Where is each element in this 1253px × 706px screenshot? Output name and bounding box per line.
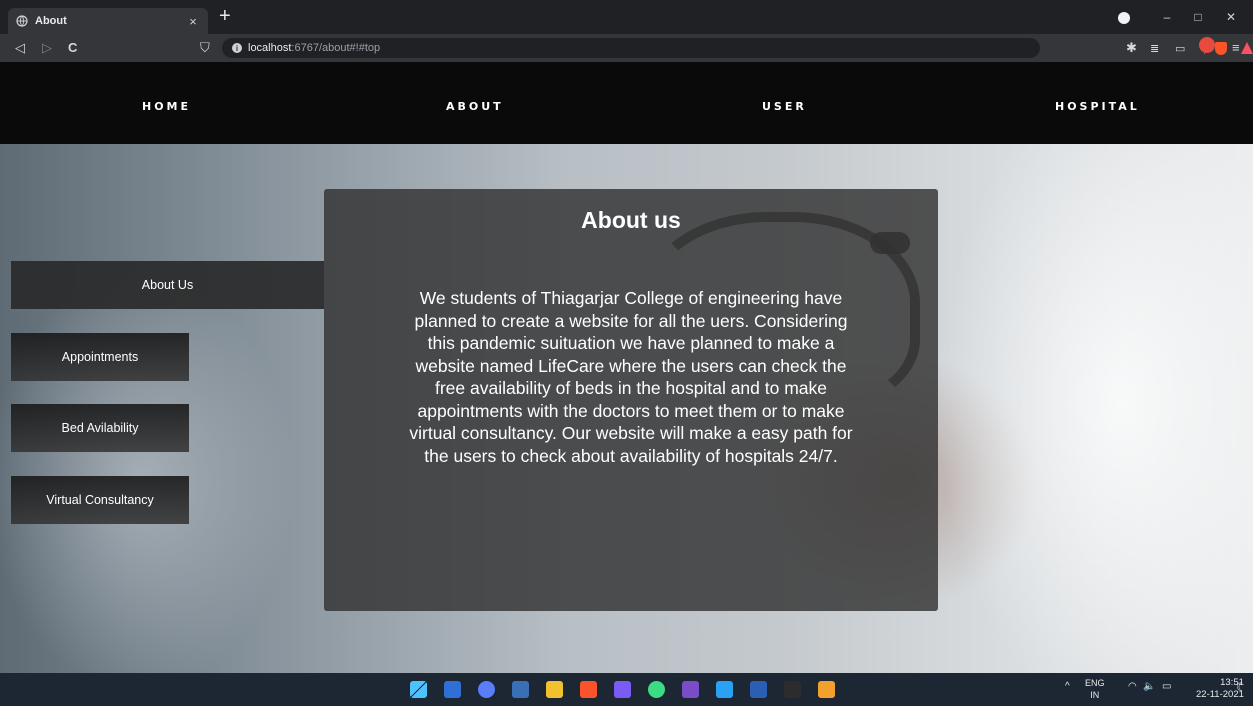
bookmark-icon[interactable]: ⛉ <box>200 40 210 56</box>
globe-icon <box>16 15 28 27</box>
back-button[interactable]: ◁ <box>15 40 25 56</box>
sidebar-item-appointments[interactable]: Appointments <box>11 333 189 381</box>
nav-user[interactable]: USER <box>762 100 807 113</box>
browser-tab[interactable]: About × <box>8 8 208 34</box>
language-indicator[interactable]: ENG IN <box>1085 677 1105 701</box>
task-view-icon[interactable] <box>444 681 461 698</box>
file-explorer-icon[interactable] <box>546 681 563 698</box>
language-code: ENG <box>1085 678 1105 688</box>
notifications-icon[interactable]: ☾ <box>1236 680 1247 694</box>
address-bar[interactable]: i localhost:6767/about#!#top <box>222 38 1253 58</box>
vscode-icon[interactable] <box>716 681 733 698</box>
page-viewport: HOME ABOUT USER HOSPITAL About Us Appoin… <box>0 62 1253 673</box>
brave-browser-icon[interactable] <box>580 681 597 698</box>
nav-home[interactable]: HOME <box>142 100 191 113</box>
wifi-icon[interactable]: ◠ <box>1128 681 1137 692</box>
app-icon-green[interactable] <box>648 681 665 698</box>
browser-tab-strip: About × + – □ ✕ <box>0 0 1253 34</box>
terminal-icon[interactable] <box>784 681 801 698</box>
word-icon[interactable] <box>750 681 767 698</box>
brave-rewards-icon[interactable] <box>1241 42 1253 54</box>
window-maximize-button[interactable]: □ <box>1190 10 1206 24</box>
reload-button[interactable]: C <box>68 40 77 56</box>
new-tab-button[interactable]: + <box>219 6 231 26</box>
sidebar-item-virtual-consultancy[interactable]: Virtual Consultancy <box>11 476 189 524</box>
media-queue-icon[interactable]: ≣ <box>1150 41 1159 57</box>
nav-about[interactable]: ABOUT <box>446 100 504 113</box>
window-close-button[interactable]: ✕ <box>1223 10 1239 24</box>
forward-button[interactable]: ▷ <box>42 40 52 56</box>
windows-taskbar: ^ ENG IN ◠ 🔈 ▭ 13:51 22-11-2021 ☾ <box>0 673 1253 706</box>
extensions-icon[interactable]: ✱ <box>1126 40 1137 56</box>
tab-close-icon[interactable]: × <box>186 14 200 29</box>
about-card: About us We students of Thiagarjar Colle… <box>324 189 938 611</box>
about-description: We students of Thiagarjar College of eng… <box>409 288 853 466</box>
visual-studio-icon[interactable] <box>682 681 699 698</box>
wallet-icon[interactable]: ▭ <box>1175 41 1185 57</box>
chat-icon[interactable] <box>478 681 495 698</box>
battery-icon[interactable]: ▭ <box>1162 681 1171 692</box>
browser-menu-icon[interactable]: ≡ <box>1232 40 1240 56</box>
profile-icon[interactable] <box>1118 12 1130 24</box>
url-host: localhost <box>248 42 292 54</box>
jetbrains-icon[interactable] <box>614 681 631 698</box>
region-code: IN <box>1090 690 1100 700</box>
brave-shields-icon[interactable] <box>1215 42 1227 55</box>
nav-hospital[interactable]: HOSPITAL <box>1055 100 1140 113</box>
app-icon-orange[interactable] <box>818 681 835 698</box>
extension-avatar-icon[interactable] <box>1199 37 1215 53</box>
sidebar-item-about-us[interactable]: About Us <box>11 261 324 309</box>
widgets-icon[interactable] <box>512 681 529 698</box>
tab-title: About <box>35 15 67 27</box>
url-path: :6767/about#!#top <box>291 42 381 54</box>
about-title: About us <box>581 207 681 233</box>
start-menu-icon[interactable] <box>410 681 427 698</box>
site-navbar: HOME ABOUT USER HOSPITAL <box>0 62 1253 144</box>
sidebar-item-bed-availability[interactable]: Bed Avilability <box>11 404 189 452</box>
volume-icon[interactable]: 🔈 <box>1143 681 1155 692</box>
site-info-icon[interactable]: i <box>232 43 242 53</box>
browser-toolbar: ◁ ▷ C ⛉ i localhost:6767/about#!#top ✱ ≣… <box>0 34 1253 62</box>
tray-chevron-icon[interactable]: ^ <box>1065 681 1070 692</box>
window-minimize-button[interactable]: – <box>1159 10 1175 24</box>
